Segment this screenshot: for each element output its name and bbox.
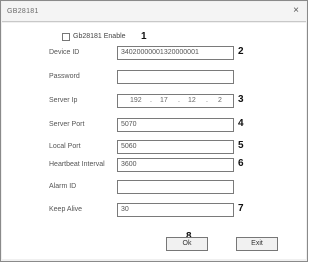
title-bar: GB28181 × <box>2 2 306 22</box>
device-id-label: Device ID <box>49 49 80 56</box>
keep-alive-field[interactable]: 30 <box>117 203 234 217</box>
ip-octet-1[interactable]: 192 <box>130 97 142 104</box>
device-id-field[interactable]: 34020000001320000001 <box>117 46 234 60</box>
device-id-row: Device ID 34020000001320000001 2 <box>2 46 306 62</box>
local-port-row: Local Port 5060 5 <box>2 140 306 156</box>
ip-dot: . <box>150 97 152 104</box>
heartbeat-row: Heartbeat Interval 3600 6 <box>2 158 306 174</box>
local-port-label: Local Port <box>49 143 81 150</box>
enable-label: Gb28181 Enable <box>73 33 126 40</box>
password-row: Password <box>2 70 306 86</box>
close-icon[interactable]: × <box>290 5 302 17</box>
enable-row: Gb28181 Enable <box>62 32 182 44</box>
keep-alive-row: Keep Alive 30 7 <box>2 203 306 219</box>
callout-2: 2 <box>238 46 244 57</box>
keep-alive-label: Keep Alive <box>49 206 83 213</box>
callout-3: 3 <box>238 94 244 105</box>
alarm-id-row: Alarm ID <box>2 180 306 196</box>
callout-5: 5 <box>238 140 244 151</box>
server-ip-field[interactable]: 192 . 17 . 12 . 2 <box>117 94 234 108</box>
callout-7: 7 <box>238 203 244 214</box>
server-port-row: Server Port 5070 4 <box>2 118 306 134</box>
server-port-label: Server Port <box>49 121 85 128</box>
enable-checkbox[interactable] <box>62 33 70 41</box>
callout-4: 4 <box>238 118 244 129</box>
ip-octet-4[interactable]: 2 <box>218 97 222 104</box>
callout-1: 1 <box>141 31 147 42</box>
form-panel: Gb28181 Enable 1 Device ID 3402000000132… <box>2 23 306 259</box>
callout-6: 6 <box>238 158 244 169</box>
server-ip-row: Server Ip 192 . 17 . 12 . 2 3 <box>2 94 306 110</box>
ip-octet-3[interactable]: 12 <box>188 97 196 104</box>
heartbeat-field[interactable]: 3600 <box>117 158 234 172</box>
exit-button[interactable]: Exit <box>236 237 278 251</box>
window-title: GB28181 <box>7 8 39 15</box>
heartbeat-label: Heartbeat Interval <box>49 161 105 168</box>
server-port-field[interactable]: 5070 <box>117 118 234 132</box>
alarm-id-label: Alarm ID <box>49 183 77 190</box>
ip-dot: . <box>178 97 180 104</box>
ip-octet-2[interactable]: 17 <box>160 97 168 104</box>
password-label: Password <box>49 73 80 80</box>
settings-dialog: GB28181 × Gb28181 Enable 1 Device ID 340… <box>0 0 308 262</box>
ok-button[interactable]: Ok <box>166 237 208 251</box>
local-port-field[interactable]: 5060 <box>117 140 234 154</box>
ip-dot: . <box>206 97 208 104</box>
password-field[interactable] <box>117 70 234 84</box>
server-ip-label: Server Ip <box>49 97 78 104</box>
alarm-id-field[interactable] <box>117 180 234 194</box>
